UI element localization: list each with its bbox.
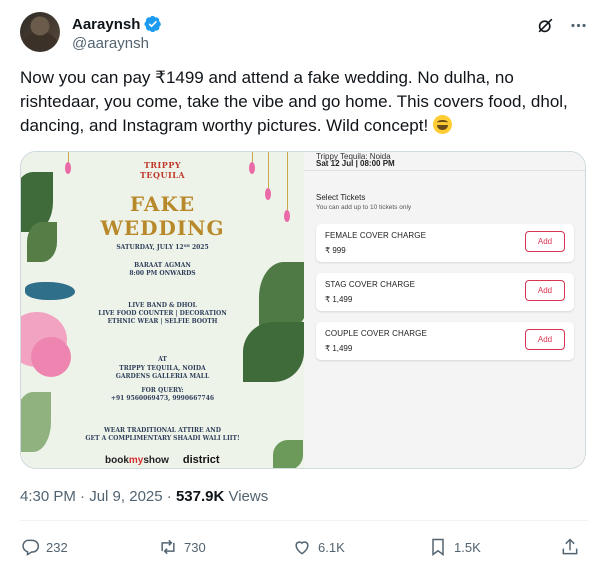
poster-brand: TRIPPY TEQUILA <box>91 160 234 180</box>
wedding-poster-image[interactable]: TRIPPY TEQUILA FAKE WEDDING SATURDAY, JU… <box>21 152 304 468</box>
share-button[interactable] <box>560 537 580 557</box>
tweet-actions: 232 730 6.1K 1.5K <box>20 537 588 561</box>
ticket-screenshot-image[interactable]: Trippy Tequila: Noida Sat 12 Jul | 08:00… <box>304 152 585 468</box>
ticket-card: FEMALE COVER CHARGE ₹ 999 Add <box>316 224 574 262</box>
bookmyshow-logo-text-2: my <box>128 454 144 466</box>
bookmark-count: 1.5K <box>454 539 481 555</box>
poster-footer-1: WEAR TRADITIONAL ATTIRE AND <box>104 427 221 434</box>
tweet-media[interactable]: TRIPPY TEQUILA FAKE WEDDING SATURDAY, JU… <box>20 151 586 469</box>
avatar[interactable] <box>20 12 60 52</box>
poster-baraat-label: BARAAT AGMAN <box>134 262 191 269</box>
ticket-price: ₹ 999 <box>325 246 346 255</box>
poster-phones: +91 9560069473, 9990667746 <box>110 395 215 402</box>
like-count: 6.1K <box>318 539 345 555</box>
leaf-decoration <box>273 440 303 468</box>
peacock-decoration <box>25 282 75 300</box>
tweet-time[interactable]: 4:30 PM <box>20 488 76 505</box>
select-tickets-title: Select Tickets <box>316 193 366 202</box>
like-button[interactable]: 6.1K <box>292 537 345 557</box>
poster-venue-2: GARDENS GALLERIA MALL <box>115 373 210 380</box>
poster-footer-2: GET A COMPLIMENTARY SHAADI WALI LIIT! <box>85 435 240 442</box>
lantern-decoration <box>284 210 290 222</box>
tweet-text: Now you can pay ₹1499 and attend a fake … <box>20 66 588 138</box>
views-count: 537.9K <box>175 488 225 505</box>
author-name-line: Aaraynsh <box>72 15 162 33</box>
author-display-name[interactable]: Aaraynsh <box>72 16 140 33</box>
add-ticket-button[interactable]: Add <box>525 329 565 350</box>
app-datetime: Sat 12 Jul | 08:00 PM <box>316 159 395 168</box>
leaf-decoration <box>243 322 304 382</box>
meta-separator: · <box>162 488 176 505</box>
poster-title-line1: FAKE <box>129 192 196 216</box>
grok-icon[interactable] <box>536 16 555 35</box>
add-ticket-button[interactable]: Add <box>525 280 565 301</box>
poster-logos: bookmyshow district <box>105 454 220 466</box>
reply-button[interactable]: 232 <box>20 537 68 557</box>
bookmyshow-logo-text-3: show <box>143 454 169 466</box>
app-divider <box>304 170 585 171</box>
ticket-card: STAG COVER CHARGE ₹ 1,499 Add <box>316 273 574 311</box>
poster-brand-line2: TEQUILA <box>139 170 186 180</box>
poster-title-line2: WEDDING <box>100 216 225 240</box>
repost-count: 730 <box>184 539 206 555</box>
bookmyshow-logo: bookmyshow <box>105 455 169 466</box>
more-icon[interactable] <box>569 16 588 35</box>
poster-query-label: FOR QUERY: <box>141 387 184 394</box>
repost-icon <box>161 539 175 555</box>
poster-date: SATURDAY, JULY 12ᵀᴴ 2025 <box>116 244 209 251</box>
bookmark-button[interactable]: 1.5K <box>428 537 481 557</box>
meta-separator: · <box>75 488 90 505</box>
ticket-card: COUPLE COVER CHARGE ₹ 1,499 Add <box>316 322 574 360</box>
share-icon <box>562 538 578 555</box>
poster-features-1: LIVE BAND & DHOL <box>128 302 197 309</box>
heart-icon <box>295 541 309 555</box>
add-ticket-button[interactable]: Add <box>525 231 565 252</box>
leaf-decoration <box>21 392 51 452</box>
poster-brand-line1: TRIPPY <box>143 160 182 170</box>
poster-baraat-time: 8:00 PM ONWARDS <box>129 270 196 277</box>
header-actions <box>536 16 588 35</box>
author-handle[interactable]: @aaraynsh <box>72 35 149 52</box>
district-logo: district <box>182 454 220 466</box>
ticket-price: ₹ 1,499 <box>325 295 353 304</box>
poster-features-3: ETHNIC WEAR | SELFIE BOOTH <box>107 318 218 325</box>
laughing-emoji-icon <box>432 115 452 134</box>
lantern-decoration <box>249 162 255 174</box>
repost-button[interactable]: 730 <box>158 537 206 557</box>
bookmark-icon <box>432 538 444 556</box>
views-label: Views <box>224 488 269 505</box>
tweet-header: Aaraynsh @aaraynsh <box>20 12 588 56</box>
lantern-decoration <box>65 162 71 174</box>
verified-badge-icon <box>144 15 162 33</box>
ticket-name: STAG COVER CHARGE <box>325 280 416 289</box>
ticket-name: FEMALE COVER CHARGE <box>325 231 427 240</box>
poster-title: FAKE WEDDING <box>91 192 234 240</box>
poster-venue-1: TRIPPY TEQUILA, NOIDA <box>119 365 206 372</box>
divider <box>20 520 588 521</box>
select-tickets-subtitle: You can add up to 10 tickets only <box>316 204 412 211</box>
poster-at: AT <box>158 356 167 363</box>
reply-icon <box>22 539 40 556</box>
reply-count: 232 <box>46 539 68 555</box>
tweet-meta: 4:30 PM · Jul 9, 2025 · 537.9K Views <box>20 488 268 505</box>
poster-features-2: LIVE FOOD COUNTER | DECORATION <box>98 310 227 317</box>
ticket-name: COUPLE COVER CHARGE <box>325 329 427 338</box>
lotus-flower-decoration <box>31 337 71 377</box>
leaf-decoration <box>27 222 57 262</box>
ticket-price: ₹ 1,499 <box>325 344 353 353</box>
tweet-body: Now you can pay ₹1499 and attend a fake … <box>20 68 568 135</box>
bookmyshow-logo-text-1: book <box>105 454 129 466</box>
lantern-decoration <box>265 188 271 200</box>
tweet-date[interactable]: Jul 9, 2025 <box>89 488 162 505</box>
